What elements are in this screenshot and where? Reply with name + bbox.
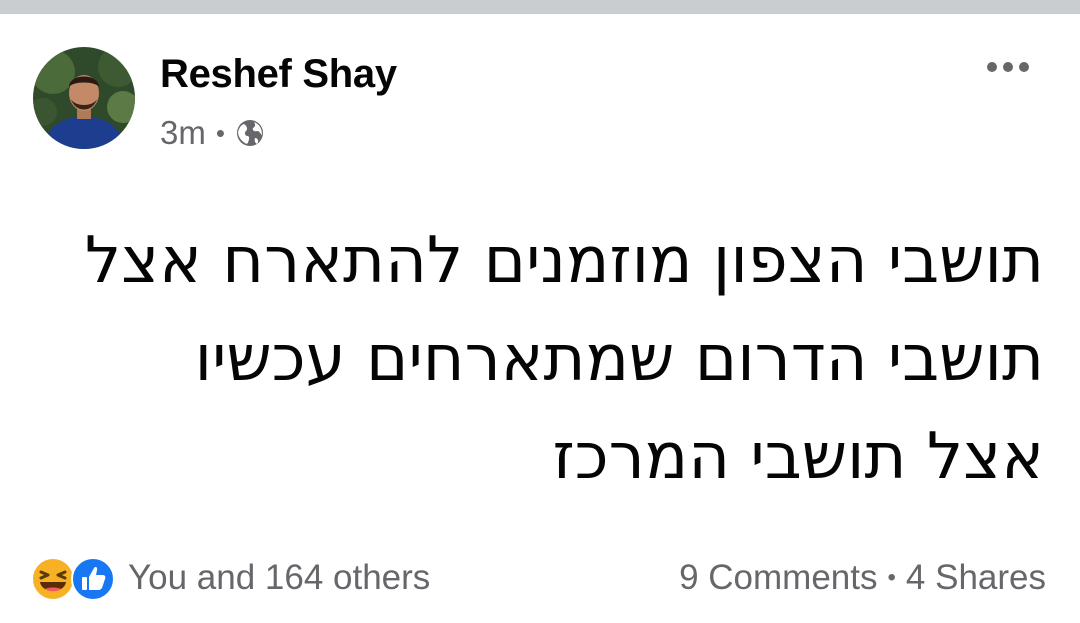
more-dot	[987, 62, 997, 72]
reactions-text: You and 164 others	[128, 558, 431, 597]
like-reaction-icon	[71, 557, 115, 601]
post-text: תושבי הצפון מוזמנים להתארח אצל תושבי הדר…	[34, 212, 1044, 506]
shares-count[interactable]: 4 Shares	[906, 558, 1046, 598]
more-options-icon[interactable]	[978, 52, 1038, 82]
post-text-line: תושבי הדרום שמתארחים עכשיו	[194, 322, 1044, 396]
avatar[interactable]	[33, 47, 135, 149]
comments-count[interactable]: 9 Comments	[679, 558, 877, 598]
reaction-icons	[30, 554, 122, 602]
more-dot	[1003, 62, 1013, 72]
author-name[interactable]: Reshef Shay	[160, 52, 397, 97]
post-meta: 3m •	[160, 112, 265, 154]
meta-separator: •	[215, 118, 225, 148]
more-dot	[1019, 62, 1029, 72]
post-text-line: אצל תושבי המרכז	[552, 420, 1044, 494]
post-time[interactable]: 3m	[160, 114, 206, 152]
reactions-summary[interactable]: You and 164 others	[30, 554, 430, 602]
post-text-line: תושבי הצפון מוזמנים להתארח אצל	[84, 224, 1044, 298]
avatar-photo	[33, 47, 135, 149]
stats-separator: •	[887, 564, 896, 591]
globe-icon	[235, 118, 265, 148]
engagement-stats: 9 Comments • 4 Shares	[679, 554, 1046, 602]
top-divider	[0, 0, 1080, 14]
